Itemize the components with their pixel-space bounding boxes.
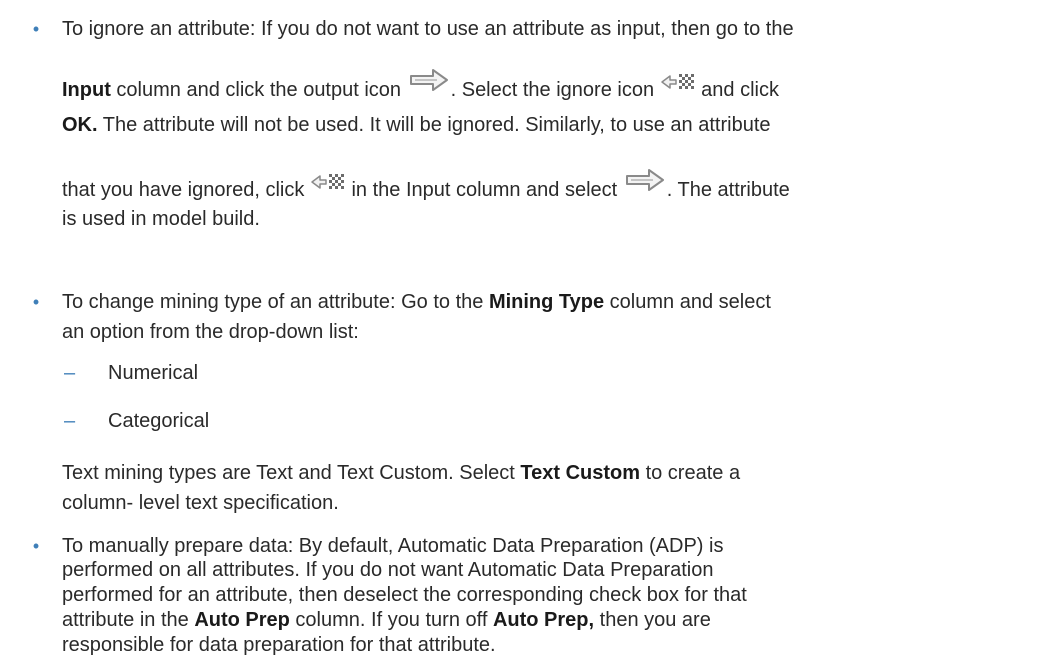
- bullet-1-line-2: Input column and click the output icon .…: [62, 69, 779, 109]
- text-run: performed on all attributes. If you do n…: [62, 559, 714, 581]
- bullet-2-line-2: an option from the drop-down list:: [62, 317, 359, 347]
- text-run: attribute in the: [62, 609, 195, 631]
- output-arrow-icon[interactable]: [623, 169, 667, 209]
- subitem-numerical: Numerical: [108, 362, 199, 384]
- text-run: column- level text specification.: [62, 492, 339, 514]
- text-run: in the Input column and select: [345, 179, 623, 201]
- bullet-1-line-3: OK. The attribute will not be used. It w…: [62, 110, 771, 140]
- text-run: that you have ignored, click: [62, 179, 310, 201]
- subitem-dash-2: –: [64, 410, 76, 432]
- text-run: To manually prepare data: By default, Au…: [62, 535, 724, 557]
- bullet-marker-3: •: [32, 536, 40, 556]
- text-run: an option from the drop-down list:: [62, 321, 359, 343]
- output-arrow-icon[interactable]: [407, 69, 451, 109]
- text-run: column. If you turn off: [289, 609, 493, 631]
- bullet-marker-1: •: [32, 19, 40, 39]
- bullet-1-line-5: is used in model build.: [62, 204, 260, 234]
- ignore-icon[interactable]: [660, 74, 696, 109]
- text-run: to create a: [640, 462, 741, 484]
- text-mining-paragraph-line-2: column- level text specification.: [62, 488, 339, 518]
- text-run: Text mining types are Text and Text Cust…: [62, 462, 521, 484]
- text-run: The attribute will not be used. It will …: [97, 114, 771, 136]
- bullet-2-line-1: To change mining type of an attribute: G…: [62, 287, 771, 317]
- text-run: column and select: [604, 291, 771, 313]
- text-run: column and click the output icon: [110, 79, 407, 101]
- bullet-3-line-5: responsible for data preparation for tha…: [62, 630, 496, 660]
- text-run: . Select the ignore icon: [450, 79, 660, 101]
- ignore-icon[interactable]: [310, 174, 346, 209]
- text-run: performed for an attribute, then deselec…: [62, 584, 747, 606]
- text-run: is used in model build.: [62, 208, 260, 230]
- bullet-1-line-1: To ignore an attribute: If you do not wa…: [62, 14, 794, 44]
- subitem-dash-1: –: [64, 362, 76, 384]
- text-mining-paragraph-line-1: Text mining types are Text and Text Cust…: [62, 458, 740, 488]
- subitem-categorical: Categorical: [108, 410, 210, 432]
- bold-term: OK.: [62, 114, 98, 136]
- text-run: . The attribute: [666, 179, 790, 201]
- bold-term: Auto Prep,: [492, 609, 595, 631]
- bold-term: Text Custom: [520, 462, 641, 484]
- bold-term: Mining Type: [488, 291, 605, 313]
- text-run: and click: [695, 79, 779, 101]
- bold-term: Input: [62, 79, 111, 101]
- text-run: To change mining type of an attribute: G…: [62, 291, 489, 313]
- text-run: To ignore an attribute: If you do not wa…: [62, 18, 794, 40]
- bold-term: Auto Prep: [194, 609, 290, 631]
- bullet-marker-2: •: [32, 292, 40, 312]
- text-run: then you are: [594, 609, 711, 631]
- text-run: responsible for data preparation for tha…: [62, 634, 496, 656]
